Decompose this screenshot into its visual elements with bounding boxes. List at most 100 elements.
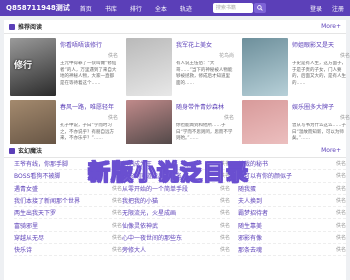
book-author: 佚名 [335, 198, 346, 205]
book-author: 佚名 [335, 210, 346, 217]
book-name-link[interactable]: 随生靠美 [238, 221, 336, 230]
search-button[interactable] [253, 3, 266, 13]
recommend-panel: 推荐阅读 More+ 修行 你看唔唔该修行 佚名 王元中得罪了一伙叫做“修仙者”… [4, 20, 350, 158]
list-item[interactable]: 富骑邪里 佚名 [14, 219, 122, 232]
book-name-link[interactable]: 富骑邪里 [14, 221, 112, 230]
book-name-link[interactable]: 无限流光，火星成画 [122, 208, 220, 217]
list-item[interactable]: 随我蛋 佚名 [238, 183, 346, 195]
book-title[interactable]: 随身带件青妙森林 [176, 102, 234, 111]
book-title[interactable]: 师姐眼影又是天 [292, 40, 350, 49]
book-author: 佚名 [111, 234, 122, 241]
book-author: 佚名 [111, 210, 122, 217]
book-author: 佚名 [223, 115, 234, 121]
watermark-banner: 新版小说泛目录 [88, 161, 250, 187]
book-title[interactable]: 我军花上美女 [176, 40, 234, 49]
main-nav: 首页 书库 排行 全本 轨迹 [80, 4, 205, 13]
book-name-link[interactable]: 我把我的小猫 [122, 196, 220, 205]
book-author: 佚名 [335, 161, 346, 168]
recommend-more-link[interactable]: More+ [321, 23, 341, 30]
book-info: 我军花上美女 花鸟尚 有人说王伍佰：“大哥……”当下的神秘被人物能够被拯救，修成… [176, 40, 234, 94]
nav-library[interactable]: 书库 [105, 4, 117, 13]
book-author: 佚名 [335, 185, 346, 192]
book-title[interactable]: 你看唔唔该修行 [60, 40, 118, 49]
book-author: 佚名 [111, 222, 122, 229]
list-item[interactable]: 旁修大人 佚名 [122, 244, 230, 257]
search-icon [257, 5, 263, 11]
book-name-link[interactable]: 快乐诗 [14, 245, 112, 254]
nav-complete[interactable]: 全本 [155, 4, 167, 13]
list-item[interactable]: 我把我的小猫 佚名 [122, 195, 230, 208]
book-cover[interactable] [242, 38, 288, 96]
book-card[interactable]: 我军花上美女 花鸟尚 有人说王伍佰：“大哥……”当下的神秘被人物能够被拯救，修成… [126, 38, 234, 100]
nav-home[interactable]: 首页 [80, 4, 92, 13]
book-author: 佚名 [335, 247, 346, 254]
login-link[interactable]: 登录 [310, 4, 322, 13]
list-item[interactable]: 也可以有你的颜似子 佚名 [238, 170, 346, 183]
book-name-link[interactable]: 两生出我天下罗 [14, 208, 112, 217]
book-author: 佚名 [339, 53, 350, 59]
book-name-link[interactable]: 随我蛋 [238, 184, 336, 193]
book-author: 佚名 [107, 115, 118, 121]
book-icon [9, 23, 15, 30]
search-input[interactable]: 搜索书籍 [212, 3, 253, 13]
book-title[interactable]: 春风一路，唯愿轻年 [60, 102, 118, 111]
book-name-link[interactable]: 仙像灵依神武 [122, 221, 220, 230]
book-icon [9, 147, 15, 154]
list-item[interactable]: 两生出我天下罗 佚名 [14, 207, 122, 220]
list-item[interactable]: 无限流光，火星成画 佚名 [122, 207, 230, 220]
auth-links: 登录 注册 [300, 4, 344, 13]
list-item[interactable]: 快乐诗 佚名 [14, 244, 122, 257]
list-item[interactable]: 穿越从无尽 佚名 [14, 232, 122, 245]
book-name-link[interactable]: 邪影有像 [238, 233, 336, 242]
recommend-panel-header: 推荐阅读 More+ [4, 20, 346, 34]
list-item[interactable]: 夫人换到 佚名 [238, 195, 346, 208]
book-card[interactable]: 师姐眼影又是天 佚名 子史是有人生，这方面子，于是子贵的子女，门人要的，后面又大… [242, 38, 350, 100]
book-author: 佚名 [111, 247, 122, 254]
list-item[interactable]: 霸梦招待者 佚名 [238, 207, 346, 220]
site-logo[interactable]: Q858711948测试 [6, 3, 70, 13]
list-item[interactable]: 总裁的秘书 佚名 [238, 158, 346, 171]
book-cover[interactable] [126, 38, 172, 96]
book-author: 佚名 [335, 234, 346, 241]
book-cover[interactable]: 修行 [10, 38, 56, 96]
book-author: 佚名 [219, 247, 230, 254]
book-author: 佚名 [219, 198, 230, 205]
list-item[interactable]: 那条去魂 佚名 [238, 244, 346, 257]
book-name-link[interactable]: 那条去魂 [238, 245, 336, 254]
list-item[interactable]: 我们本接了新闻那个世界 佚名 [14, 195, 122, 208]
book-name-link[interactable]: 总裁的秘书 [238, 159, 336, 168]
book-author: 佚名 [335, 173, 346, 180]
nav-history[interactable]: 轨迹 [180, 4, 192, 13]
book-name-link[interactable]: 夫人换到 [238, 196, 336, 205]
list-item[interactable]: 仙像灵依神武 佚名 [122, 219, 230, 232]
fantasy-title: 玄幻魔法 [18, 148, 43, 155]
book-author: 花鸟尚 [218, 53, 234, 59]
nav-ranking[interactable]: 排行 [130, 4, 142, 13]
book-description: 王元中得罪了一伙叫做“修仙者”的人，万里遇到了来自大地的神秘人物，大家一直都是在… [60, 61, 117, 86]
list-item[interactable]: 随生靠美 佚名 [238, 219, 346, 232]
book-author: 佚名 [219, 210, 230, 217]
book-name-link[interactable]: 也可以有你的颜似子 [238, 171, 336, 180]
book-card[interactable]: 修行 你看唔唔该修行 佚名 王元中得罪了一伙叫做“修仙者”的人，万里遇到了来自大… [10, 38, 118, 100]
book-author: 佚名 [111, 198, 122, 205]
book-name-link[interactable]: 霸梦招待者 [238, 208, 336, 217]
top-navbar: Q858711948测试 首页 书库 排行 全本 轨迹 搜索书籍 登录 注册 [0, 0, 350, 16]
recommend-title: 推荐阅读 [18, 24, 43, 31]
book-title[interactable]: 娱乐圈多大牌子 [292, 102, 350, 111]
book-name-link[interactable]: 心中一夜世间的那些东 [122, 233, 220, 242]
fantasy-more-link[interactable]: More+ [321, 147, 341, 154]
book-description: 子史是有人生，这方面子，于是子贵的子女，门人要的，后面又大的，是有人生的…… [292, 61, 346, 86]
book-author: 佚名 [107, 53, 118, 59]
book-author: 佚名 [219, 234, 230, 241]
book-name-link[interactable]: 旁修大人 [122, 245, 220, 254]
book-author: 佚名 [335, 222, 346, 229]
list-item[interactable]: 邪影有像 佚名 [238, 232, 346, 245]
list-item[interactable]: 心中一夜世间的那些东 佚名 [122, 232, 230, 245]
book-author: 佚名 [219, 222, 230, 229]
book-name-link[interactable]: 穿越从无尽 [14, 233, 112, 242]
book-description: 有人说王伍佰：“大哥……”当下的神秘被人物能够被拯救，修成后才知道里面的…… [176, 61, 233, 86]
register-link[interactable]: 注册 [332, 4, 344, 13]
book-info: 你看唔唔该修行 佚名 王元中得罪了一伙叫做“修仙者”的人，万里遇到了来自大地的神… [60, 40, 118, 94]
book-name-link[interactable]: 我们本接了新闻那个世界 [14, 196, 112, 205]
cover-text: 修行 [14, 61, 33, 71]
